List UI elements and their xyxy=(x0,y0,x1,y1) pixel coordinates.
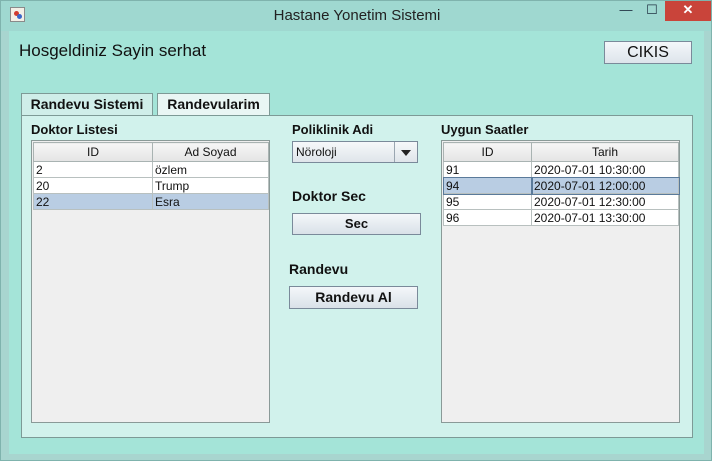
doctor-name-cell[interactable]: Esra xyxy=(152,193,269,210)
table-row-selected[interactable]: 22 Esra xyxy=(33,193,269,210)
slot-date-cell[interactable]: 2020-07-01 10:30:00 xyxy=(531,161,679,178)
minimize-icon[interactable]: — xyxy=(613,1,639,21)
exit-button[interactable]: CIKIS xyxy=(604,41,692,64)
clinic-select-value: Nöroloji xyxy=(296,145,337,159)
slots-col-date[interactable]: Tarih xyxy=(531,142,679,162)
select-doctor-button[interactable]: Sec xyxy=(292,213,421,235)
table-row[interactable]: 20 Trump xyxy=(33,177,269,194)
slots-table[interactable]: ID Tarih 91 2020-07-01 10:30:00 94 2020-… xyxy=(441,140,680,423)
chevron-down-icon[interactable] xyxy=(394,142,417,162)
main-window: Hastane Yonetim Sistemi — ☐ ✕ Hosgeldini… xyxy=(0,0,712,461)
slot-id-cell[interactable]: 91 xyxy=(443,161,532,178)
slots-col-id[interactable]: ID xyxy=(443,142,532,162)
slot-id-cell[interactable]: 94 xyxy=(442,176,533,195)
doctor-id-cell[interactable]: 20 xyxy=(33,177,153,194)
clinic-label: Poliklinik Adi xyxy=(292,122,374,137)
slots-header-row: ID Tarih xyxy=(443,142,679,162)
make-appointment-button[interactable]: Randevu Al xyxy=(289,286,418,309)
doctor-id-cell[interactable]: 22 xyxy=(33,193,153,210)
doctor-col-name[interactable]: Ad Soyad xyxy=(152,142,269,162)
clinic-select[interactable]: Nöroloji xyxy=(292,141,418,163)
doctor-table[interactable]: ID Ad Soyad 2 özlem 20 Trump 22 Esra xyxy=(31,140,270,423)
doctor-header-row: ID Ad Soyad xyxy=(33,142,269,162)
table-row-selected[interactable]: 94 2020-07-01 12:00:00 xyxy=(442,176,680,195)
table-row[interactable]: 95 2020-07-01 12:30:00 xyxy=(443,193,679,210)
doctor-id-cell[interactable]: 2 xyxy=(33,161,153,178)
doctor-select-label: Doktor Sec xyxy=(292,188,366,204)
doctor-list-title: Doktor Listesi xyxy=(31,122,118,137)
slots-grid: ID Tarih 91 2020-07-01 10:30:00 94 2020-… xyxy=(442,142,680,226)
table-row[interactable]: 2 özlem xyxy=(33,161,269,178)
table-row[interactable]: 91 2020-07-01 10:30:00 xyxy=(443,161,679,178)
title-bar[interactable]: Hastane Yonetim Sistemi — ☐ ✕ xyxy=(1,1,711,31)
maximize-icon[interactable]: ☐ xyxy=(639,1,665,21)
welcome-text: Hosgeldiniz Sayin serhat xyxy=(19,41,207,60)
slot-date-cell[interactable]: 2020-07-01 13:30:00 xyxy=(531,209,679,226)
slot-date-cell[interactable]: 2020-07-01 12:30:00 xyxy=(531,193,679,210)
content-area: Hosgeldiniz Sayin serhat CIKIS Randevu S… xyxy=(9,31,704,454)
window-title: Hastane Yonetim Sistemi xyxy=(273,7,441,24)
doctor-col-id[interactable]: ID xyxy=(33,142,153,162)
tab-panel: Doktor Listesi ID Ad Soyad 2 özlem 20 Tr… xyxy=(21,115,693,438)
close-icon[interactable]: ✕ xyxy=(665,1,711,21)
slot-id-cell[interactable]: 96 xyxy=(443,209,532,226)
slot-date-cell[interactable]: 2020-07-01 12:00:00 xyxy=(530,176,680,195)
table-row[interactable]: 96 2020-07-01 13:30:00 xyxy=(443,209,679,226)
tab-randevu-sistemi[interactable]: Randevu Sistemi xyxy=(21,93,153,116)
tab-randevularim[interactable]: Randevularim xyxy=(157,93,270,115)
doctor-grid: ID Ad Soyad 2 özlem 20 Trump 22 Esra xyxy=(33,142,269,210)
doctor-name-cell[interactable]: Trump xyxy=(152,177,269,194)
doctor-name-cell[interactable]: özlem xyxy=(152,161,269,178)
slots-title: Uygun Saatler xyxy=(441,122,529,137)
slot-id-cell[interactable]: 95 xyxy=(443,193,532,210)
appointment-label: Randevu xyxy=(289,261,349,277)
